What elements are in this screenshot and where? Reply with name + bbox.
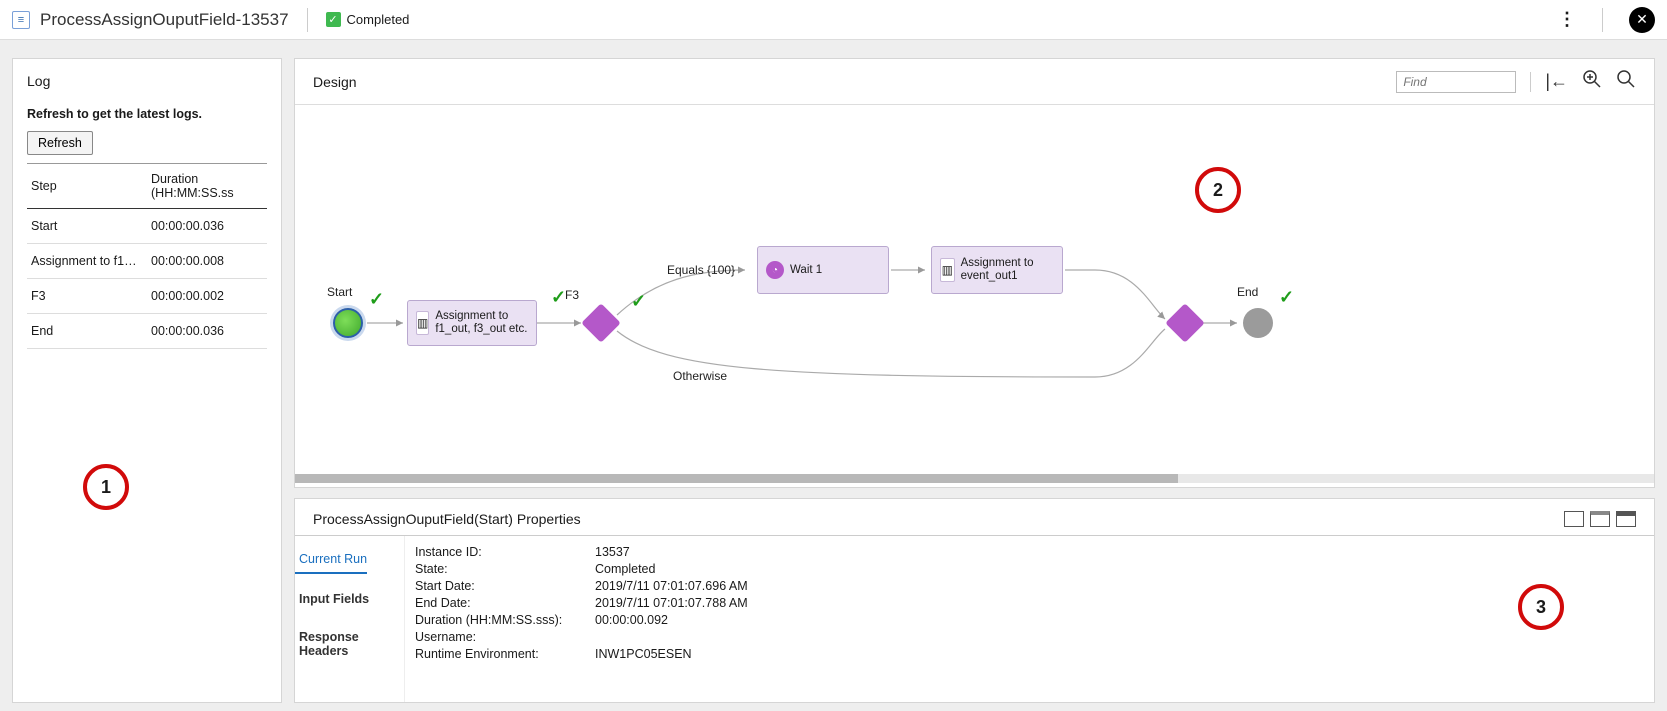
canvas-scrollbar[interactable] [295,474,1654,483]
properties-title: ProcessAssignOuputField(Start) Propertie… [313,511,581,527]
log-title: Log [27,73,267,89]
assignment-icon: ▥ [940,258,955,282]
tab-current-run[interactable]: Current Run [295,546,367,574]
check-icon: ✓ [369,289,384,310]
page-title: ProcessAssignOuputField-13537 [40,10,289,30]
start-label: Start [327,285,352,299]
close-button[interactable]: ✕ [1629,7,1655,33]
col-duration: Duration (HH:MM:SS.ss [147,164,267,209]
check-icon: ✓ [1279,287,1294,308]
design-canvas[interactable]: Start ✓ ▥ Assignment to f1_out, f3_out e… [295,105,1654,474]
end-node[interactable] [1243,308,1273,338]
clock-icon: ◔ [766,261,784,279]
wait-node[interactable]: ◔ Wait 1 [757,246,889,294]
log-table: Step Duration (HH:MM:SS.ss Start00:00:00… [27,163,267,349]
divider [1530,72,1531,92]
refresh-button[interactable]: Refresh [27,131,93,155]
properties-panel: ProcessAssignOuputField(Start) Propertie… [294,498,1655,703]
zoom-in-icon[interactable] [1582,69,1602,94]
branch-top-label: Equals {100} [667,263,735,277]
tab-input-fields[interactable]: Input Fields [295,586,396,612]
tab-response-headers[interactable]: Response Headers [295,624,396,664]
assignment-icon: ▥ [416,311,429,335]
go-start-icon[interactable]: |← [1545,71,1568,92]
decision-label: F3 [565,288,579,302]
col-step: Step [27,164,147,209]
start-node[interactable] [333,308,363,338]
check-icon: ✓ [631,291,646,312]
properties-kv: Instance ID:13537 State:Completed Start … [405,536,1654,702]
table-row[interactable]: F300:00:00.002 [27,279,267,314]
divider [1602,8,1603,32]
callout-1: 1 [83,464,129,510]
find-input[interactable] [1396,71,1516,93]
branch-bottom-label: Otherwise [673,369,727,383]
app-header: ≡ ProcessAssignOuputField-13537 ✓ Comple… [0,0,1667,40]
end-label: End [1237,285,1258,299]
table-row[interactable]: Start00:00:00.036 [27,209,267,244]
table-row[interactable]: End00:00:00.036 [27,314,267,349]
design-panel: Design |← [294,58,1655,488]
right-column: Design |← [294,58,1655,703]
design-title: Design [313,74,357,90]
assignment-node-1[interactable]: ▥ Assignment to f1_out, f3_out etc. [407,300,537,346]
more-icon[interactable]: ⋮ [1558,9,1576,30]
zoom-out-icon[interactable] [1616,69,1636,94]
layout-icon-1[interactable] [1564,511,1584,527]
table-row[interactable]: Assignment to f1_out, f...00:00:00.008 [27,244,267,279]
layout-icon-3[interactable] [1616,511,1636,527]
status-chip: ✓ Completed [326,12,410,27]
check-icon: ✓ [551,287,566,308]
status-check-icon: ✓ [326,12,341,27]
doc-icon: ≡ [12,11,30,29]
status-label: Completed [347,12,410,27]
layout-icon-2[interactable] [1590,511,1610,527]
divider [307,8,308,32]
log-panel: Log Refresh to get the latest logs. Refr… [12,58,282,703]
log-hint: Refresh to get the latest logs. [27,107,267,121]
assignment-node-2[interactable]: ▥ Assignment to event_out1 [931,246,1063,294]
main-layout: Log Refresh to get the latest logs. Refr… [0,40,1667,711]
